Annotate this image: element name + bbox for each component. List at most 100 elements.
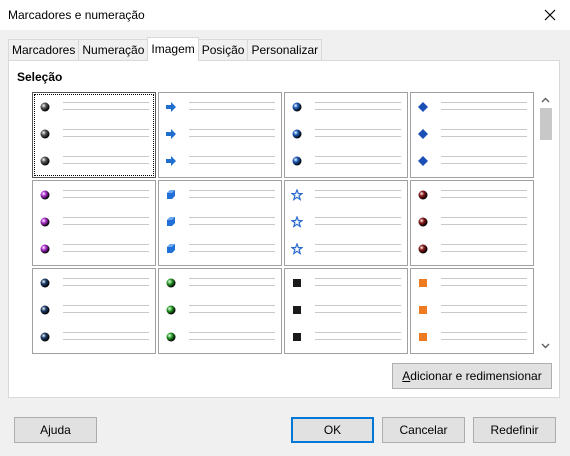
cancel-button[interactable]: Cancelar [382, 417, 465, 443]
preview-text-lines [315, 187, 401, 203]
gray-sphere-bullet-icon [39, 101, 51, 113]
black-square-bullet-icon [291, 331, 303, 343]
cancel-label: Cancelar [399, 423, 448, 437]
ok-button[interactable]: OK [291, 417, 374, 443]
orange-square-bullet-icon [417, 304, 429, 316]
bullet-preview-row [39, 300, 151, 320]
bullet-preview-row [291, 300, 403, 320]
bullet-preview-row [291, 151, 403, 171]
resize-rest: dicionar e redimensionar [410, 369, 542, 383]
bullet-option[interactable] [410, 180, 534, 266]
bullet-preview-row [39, 97, 151, 117]
help-button[interactable]: Ajuda [14, 417, 97, 443]
bullet-preview-row [165, 239, 277, 259]
preview-text-lines [189, 329, 275, 345]
preview-text-lines [189, 126, 275, 142]
bullet-preview-row [417, 97, 529, 117]
bullet-preview-row [417, 273, 529, 293]
close-button[interactable] [530, 0, 570, 30]
bullet-preview-row [291, 212, 403, 232]
green-sphere-bullet-icon [165, 304, 177, 316]
preview-text-lines [441, 241, 527, 257]
bullet-option[interactable] [284, 180, 408, 266]
scroll-up-icon[interactable] [537, 92, 553, 108]
preview-text-lines [189, 302, 275, 318]
bullet-option[interactable] [158, 180, 282, 266]
bullet-option[interactable] [410, 268, 534, 354]
bullet-preview-row [165, 300, 277, 320]
bullet-option[interactable] [32, 180, 156, 266]
navy-sphere-bullet-icon [39, 331, 51, 343]
preview-text-lines [441, 187, 527, 203]
bullet-option[interactable] [158, 92, 282, 178]
preview-text-lines [315, 214, 401, 230]
tab-posicao[interactable]: Posição [197, 39, 249, 61]
bullet-option[interactable] [284, 92, 408, 178]
bullet-preview-row [291, 327, 403, 347]
tab-numeracao[interactable]: Numeração [78, 39, 149, 61]
bullet-grid [30, 91, 553, 355]
bullet-preview-row [165, 212, 277, 232]
blue-diamond-bullet-icon [417, 155, 429, 167]
blue-sphere-bullet-icon [291, 101, 303, 113]
vertical-scrollbar[interactable] [537, 92, 553, 354]
preview-text-lines [63, 275, 149, 291]
preview-text-lines [315, 329, 401, 345]
scroll-thumb[interactable] [540, 108, 552, 140]
preview-text-lines [441, 302, 527, 318]
bullet-option[interactable] [32, 268, 156, 354]
add-and-resize-button[interactable]: Adicionar e redimensionar [392, 363, 552, 389]
blue-cube-bullet-icon [165, 189, 177, 201]
purple-sphere-bullet-icon [39, 243, 51, 255]
bullet-preview-row [417, 212, 529, 232]
reset-button[interactable]: Redefinir [473, 417, 556, 443]
bullet-option[interactable] [410, 92, 534, 178]
tab-imagem[interactable]: Imagem [147, 37, 199, 61]
blue-star-bullet-icon [291, 189, 303, 201]
resize-accel: A [402, 369, 411, 383]
navy-sphere-bullet-icon [39, 304, 51, 316]
ok-label: OK [323, 423, 342, 437]
black-square-bullet-icon [291, 277, 303, 289]
preview-text-lines [441, 126, 527, 142]
preview-text-lines [441, 99, 527, 115]
bullet-option[interactable] [158, 268, 282, 354]
blue-diamond-bullet-icon [417, 101, 429, 113]
preview-text-lines [315, 302, 401, 318]
bullet-preview-row [291, 124, 403, 144]
bullet-preview-row [39, 124, 151, 144]
darkred-sphere-bullet-icon [417, 189, 429, 201]
bullet-preview-row [291, 239, 403, 259]
bullet-preview-row [291, 273, 403, 293]
preview-text-lines [315, 153, 401, 169]
bullet-option[interactable] [284, 268, 408, 354]
blue-arrow-bullet-icon [165, 128, 177, 140]
bullet-preview-row [39, 212, 151, 232]
bullet-preview-row [165, 327, 277, 347]
preview-text-lines [189, 99, 275, 115]
bullet-preview-row [165, 151, 277, 171]
bullet-preview-row [165, 185, 277, 205]
preview-text-lines [441, 275, 527, 291]
tab-marcadores[interactable]: Marcadores [8, 39, 80, 61]
blue-star-bullet-icon [291, 243, 303, 255]
preview-text-lines [441, 214, 527, 230]
blue-sphere-bullet-icon [291, 155, 303, 167]
bullet-preview-row [165, 124, 277, 144]
preview-text-lines [441, 329, 527, 345]
gray-sphere-bullet-icon [39, 155, 51, 167]
bullet-preview-row [417, 239, 529, 259]
blue-cube-bullet-icon [165, 243, 177, 255]
help-label: Ajuda [40, 423, 71, 437]
preview-text-lines [63, 187, 149, 203]
bullet-preview-row [165, 273, 277, 293]
bullet-option[interactable] [32, 92, 156, 178]
blue-diamond-bullet-icon [417, 128, 429, 140]
bullet-preview-row [291, 97, 403, 117]
title-bar: Marcadores e numeração [0, 0, 570, 30]
tab-personalizar[interactable]: Personalizar [247, 39, 323, 61]
black-square-bullet-icon [291, 304, 303, 316]
gray-sphere-bullet-icon [39, 128, 51, 140]
section-label: Seleção [17, 70, 63, 84]
scroll-down-icon[interactable] [537, 338, 553, 354]
